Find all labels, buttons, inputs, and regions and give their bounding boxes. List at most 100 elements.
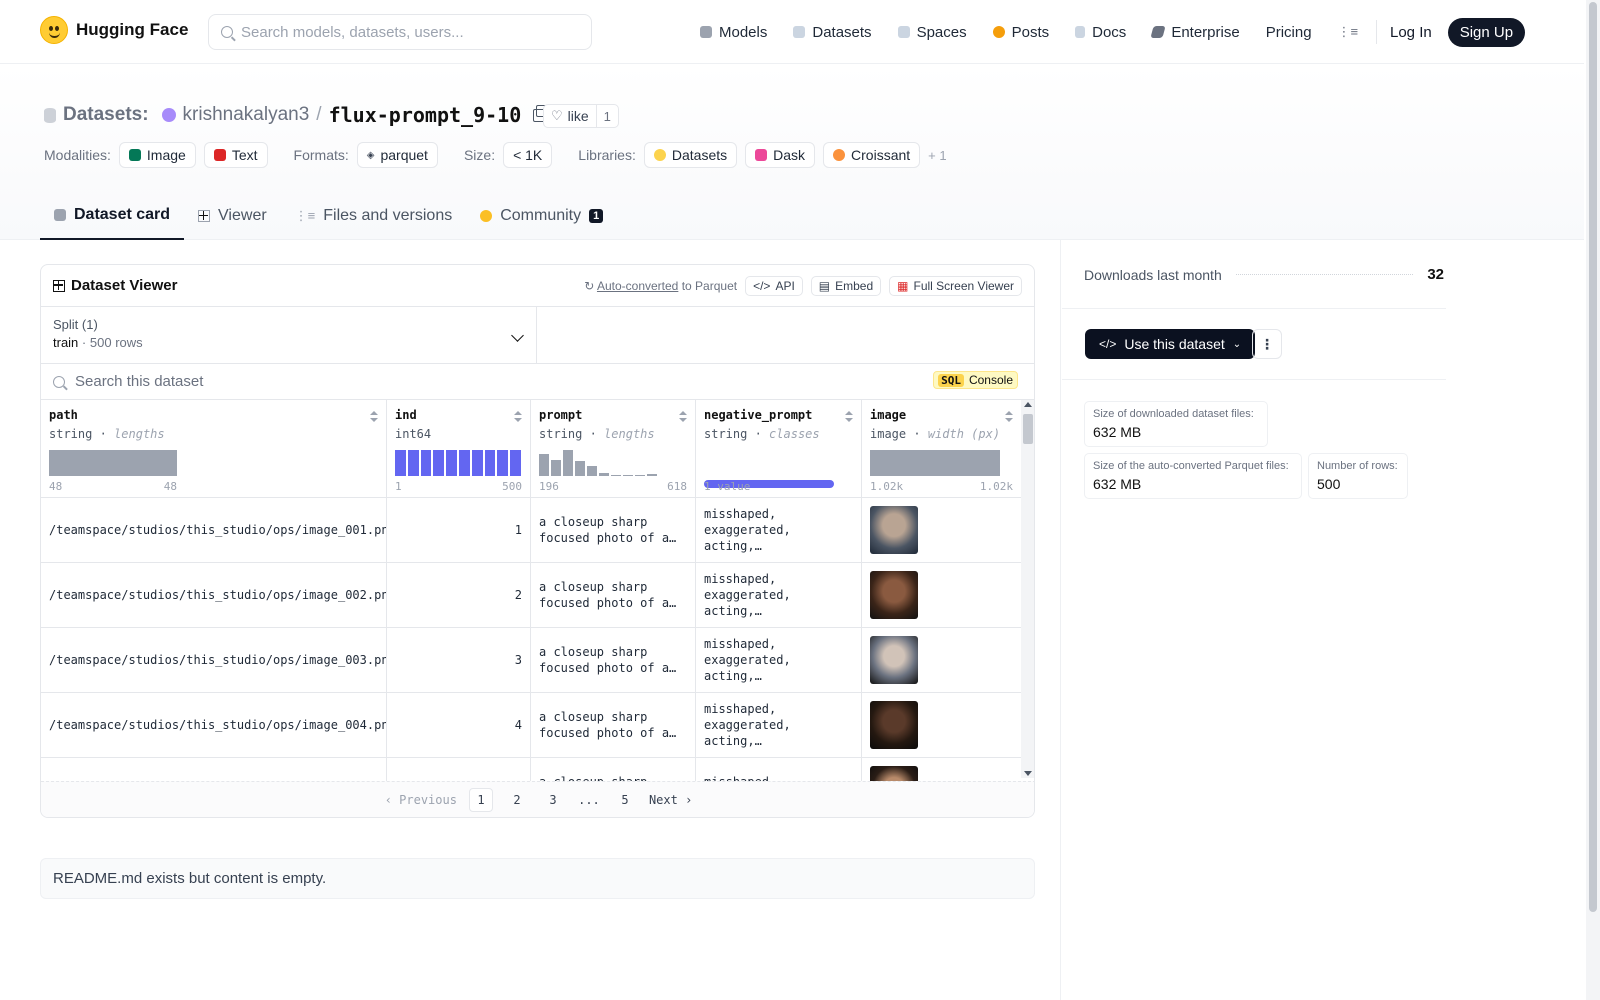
size-tag[interactable]: < 1K <box>503 142 553 168</box>
nav-models[interactable]: Models <box>700 24 767 41</box>
cell-path[interactable]: /teamspace/studios/this_studio/ops/image… <box>41 563 387 627</box>
sort-icon[interactable] <box>845 411 853 423</box>
cell-path[interactable]: /teamspace/studios/this_studio/ops/image… <box>41 628 387 692</box>
nav-enterprise[interactable]: Enterprise <box>1150 24 1240 41</box>
cell-ind[interactable]: 1 <box>387 498 531 562</box>
split-label: Split (1) <box>53 317 98 332</box>
nav-spaces[interactable]: Spaces <box>897 23 967 41</box>
owner-link[interactable]: krishnakalyan3 <box>183 104 310 126</box>
hugging-face-icon <box>653 149 666 161</box>
pagination: ‹ Previous 1 2 3 ... 5 Next › <box>41 781 1034 817</box>
column-ind-name: ind <box>395 408 417 422</box>
more-options-button[interactable]: ⋮ <box>1252 329 1282 359</box>
table-row[interactable]: /teamspace/studios/this_studio/ops/image… <box>41 498 1021 563</box>
full-screen-button[interactable]: ▦ Full Screen Viewer <box>889 275 1022 296</box>
cell-prompt[interactable]: a closeup sharp focused photo of a… <box>531 628 696 692</box>
cell-negative-prompt[interactable]: misshaped, exaggerated, acting,… <box>696 498 862 562</box>
signup-button[interactable]: Sign Up <box>1447 17 1526 47</box>
modality-text-tag[interactable]: Text <box>203 142 268 168</box>
page-2-button[interactable]: 2 <box>505 788 529 812</box>
dataset-name[interactable]: flux-prompt_9-10 <box>329 103 522 127</box>
owner-avatar[interactable] <box>161 108 176 122</box>
column-negative-prompt[interactable]: negative_prompt string · classes 1 value <box>696 400 862 497</box>
column-prompt[interactable]: prompt string · lengths 196 618 <box>531 400 696 497</box>
table-scrollbar[interactable] <box>1021 400 1034 778</box>
image-thumbnail[interactable] <box>870 701 918 749</box>
sql-console-button[interactable]: SQL Console <box>933 371 1018 389</box>
use-this-dataset-button[interactable]: </> Use this dataset ⌄ <box>1085 329 1256 359</box>
column-path-range: 48 48 <box>49 480 177 493</box>
library-datasets-tag[interactable]: Datasets <box>643 142 738 168</box>
scroll-down-icon[interactable] <box>1024 771 1032 776</box>
cell-prompt[interactable]: a closeup sharp focused photo of a… <box>531 693 696 757</box>
format-parquet-tag[interactable]: ◈ parquet <box>356 142 438 168</box>
brand-logo[interactable]: Hugging Face <box>40 16 188 44</box>
tab-viewer-label: Viewer <box>218 207 267 224</box>
nav-spaces-label: Spaces <box>916 23 967 41</box>
cell-prompt[interactable]: a closeup sharp focused photo of a… <box>531 563 696 627</box>
like-button[interactable]: ♡ like 1 <box>543 104 619 128</box>
section-label[interactable]: Datasets: <box>63 104 149 126</box>
more-libraries[interactable]: + 1 <box>928 148 946 163</box>
tab-dataset-card[interactable]: Dataset card <box>40 192 185 240</box>
api-button[interactable]: </> API <box>745 275 803 296</box>
modality-image-tag[interactable]: Image <box>118 142 196 168</box>
sort-icon[interactable] <box>370 411 378 423</box>
global-search-input[interactable]: Search models, datasets, users... <box>208 14 592 50</box>
column-ind[interactable]: ind int64 1 500 <box>387 400 531 497</box>
split-row: Split (1) train · 500 rows <box>41 307 1034 364</box>
cell-negative-prompt[interactable]: misshaped, exaggerated, acting,… <box>696 563 862 627</box>
split-selector[interactable]: Split (1) train · 500 rows <box>41 307 537 363</box>
page-3-button[interactable]: 3 <box>541 788 565 812</box>
cell-prompt[interactable]: a closeup sharp focused photo of a… <box>531 498 696 562</box>
like-count[interactable]: 1 <box>597 105 618 127</box>
nav-more-menu[interactable]: ⋮≡ <box>1338 24 1359 40</box>
nav-datasets[interactable]: Datasets <box>793 24 872 41</box>
cell-ind[interactable]: 4 <box>387 693 531 757</box>
cell-image[interactable] <box>862 693 1021 757</box>
table-row[interactable]: /teamspace/studios/this_studio/ops/image… <box>41 563 1021 628</box>
sort-icon[interactable] <box>679 411 687 423</box>
page-scrollbar[interactable] <box>1586 0 1600 1000</box>
image-thumbnail[interactable] <box>870 571 918 619</box>
dataset-search-input[interactable]: Search this dataset SQL Console <box>41 364 1034 400</box>
page-scroll-thumb[interactable] <box>1589 2 1597 912</box>
image-thumbnail[interactable] <box>870 636 918 684</box>
nav-posts[interactable]: Posts <box>992 24 1049 41</box>
column-path[interactable]: path string · lengths 48 48 <box>41 400 387 497</box>
embed-button[interactable]: ▤ Embed <box>810 275 882 296</box>
cell-ind[interactable]: 2 <box>387 563 531 627</box>
page-5-button[interactable]: 5 <box>613 788 637 812</box>
library-dask-tag[interactable]: Dask <box>745 142 816 168</box>
column-image[interactable]: image image · width (px) 1.02k 1.02k <box>862 400 1021 497</box>
cell-image[interactable] <box>862 563 1021 627</box>
tab-community[interactable]: Community 1 <box>466 192 617 240</box>
cell-negative-prompt[interactable]: misshaped, exaggerated, acting,… <box>696 693 862 757</box>
nav-docs[interactable]: Docs <box>1075 24 1126 41</box>
page-1-button[interactable]: 1 <box>468 787 493 812</box>
table-row[interactable]: /teamspace/studios/this_studio/ops/image… <box>41 693 1021 758</box>
cell-negative-prompt[interactable]: misshaped, exaggerated, acting,… <box>696 628 862 692</box>
library-croissant-tag[interactable]: Croissant <box>823 142 921 168</box>
login-link[interactable]: Log In <box>1390 24 1432 41</box>
cell-path[interactable]: /teamspace/studios/this_studio/ops/image… <box>41 693 387 757</box>
nav-pricing[interactable]: Pricing <box>1266 24 1312 41</box>
tab-viewer[interactable]: Viewer <box>184 192 281 240</box>
cell-ind[interactable]: 3 <box>387 628 531 692</box>
scroll-up-icon[interactable] <box>1024 402 1032 407</box>
tab-files[interactable]: ⋮≡ Files and versions <box>281 192 467 240</box>
cell-image[interactable] <box>862 628 1021 692</box>
next-page-button[interactable]: Next › <box>649 788 692 812</box>
table-scroll-thumb[interactable] <box>1023 414 1033 444</box>
previous-page-button[interactable]: ‹ Previous <box>385 788 457 812</box>
auto-converted-link[interactable]: Auto-converted <box>597 279 678 293</box>
rows-stat: Number of rows: 500 <box>1308 453 1408 499</box>
parquet-size-label: Size of the auto-converted Parquet files… <box>1093 460 1289 472</box>
table-row[interactable]: /teamspace/studios/this_studio/ops/image… <box>41 628 1021 693</box>
image-thumbnail[interactable] <box>870 506 918 554</box>
downloads-stat: Downloads last month 32 <box>1084 266 1444 283</box>
sort-icon[interactable] <box>514 411 522 423</box>
sort-icon[interactable] <box>1005 411 1013 423</box>
cell-image[interactable] <box>862 498 1021 562</box>
cell-path[interactable]: /teamspace/studios/this_studio/ops/image… <box>41 498 387 562</box>
